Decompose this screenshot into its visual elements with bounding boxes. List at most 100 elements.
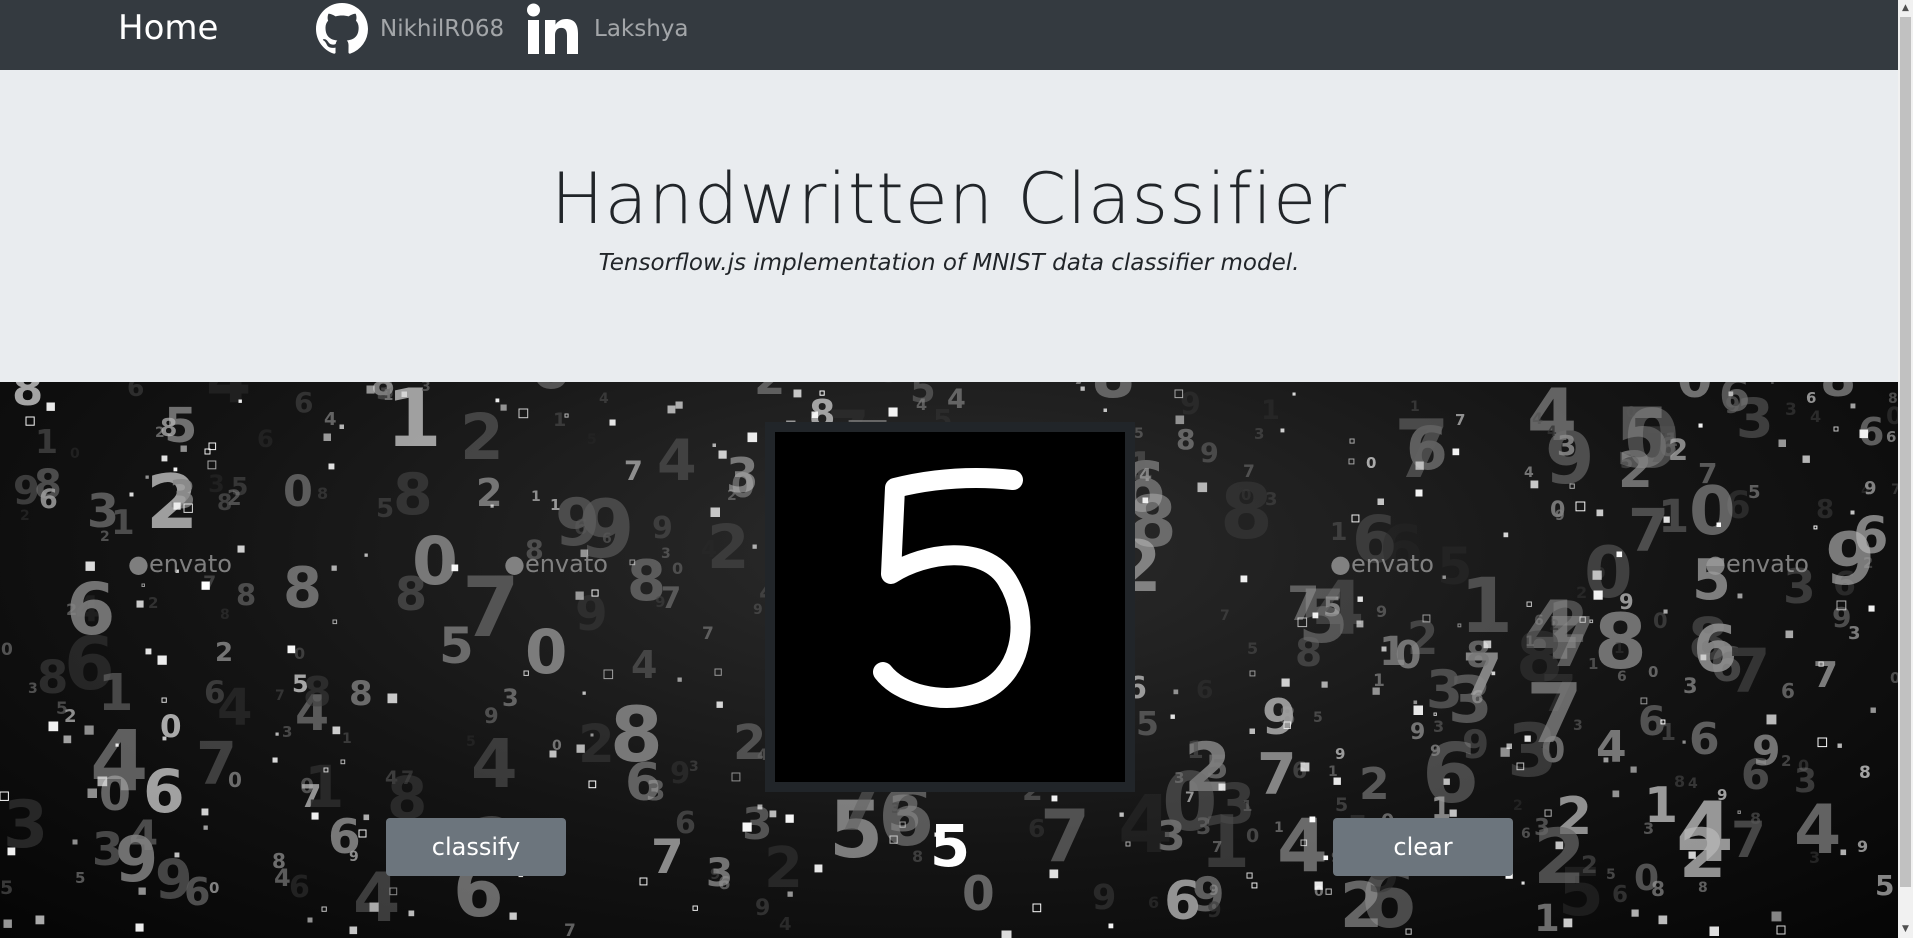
background-sparkle xyxy=(1356,620,1364,628)
page-scrollbar[interactable]: ▲ ▼ xyxy=(1898,0,1913,938)
background-numeral: 8 xyxy=(236,578,256,612)
background-numeral: 1 xyxy=(550,496,560,514)
background-numeral: 4 xyxy=(657,428,697,494)
background-numeral: 0 xyxy=(1366,454,1376,472)
background-numeral: 6 xyxy=(718,873,731,894)
background-sparkle xyxy=(1563,918,1573,928)
background-numeral: 6 xyxy=(127,382,144,402)
background-sparkle xyxy=(603,669,614,680)
background-sparkle xyxy=(1381,646,1387,652)
background-numeral: 7 xyxy=(1526,667,1583,762)
background-numeral: 3 xyxy=(87,484,119,538)
background-sparkle xyxy=(364,553,368,557)
background-sparkle xyxy=(1443,778,1450,785)
drawing-canvas[interactable] xyxy=(765,422,1135,792)
background-sparkle xyxy=(1415,489,1423,497)
background-sparkle xyxy=(3,919,12,928)
background-numeral: 9 xyxy=(755,896,770,921)
background-sparkle xyxy=(115,743,119,747)
background-sparkle xyxy=(201,581,210,590)
linkedin-icon xyxy=(527,3,578,54)
background-sparkle xyxy=(716,701,723,708)
background-numeral: 6 xyxy=(184,870,210,914)
background-sparkle xyxy=(1663,609,1668,614)
background-numeral: 3 xyxy=(421,382,431,395)
background-sparkle xyxy=(1859,429,1869,439)
background-sparkle xyxy=(1080,386,1085,391)
background-numeral: 2 xyxy=(1576,583,1587,602)
background-numeral: 9 xyxy=(1864,478,1877,499)
background-numeral: 5 xyxy=(1313,710,1323,726)
background-sparkle xyxy=(811,411,818,418)
background-numeral: 3 xyxy=(1557,429,1576,462)
background-sparkle xyxy=(63,735,72,744)
background-sparkle xyxy=(201,808,209,816)
background-numeral: 5 xyxy=(1134,426,1144,442)
background-sparkle xyxy=(1300,762,1310,772)
background-sparkle xyxy=(575,591,584,600)
background-sparkle xyxy=(609,419,616,426)
background-numeral: 0 xyxy=(1634,858,1659,899)
background-sparkle xyxy=(1870,707,1876,713)
background-numeral: 1 xyxy=(1614,639,1624,657)
background-numeral: 9 xyxy=(670,756,690,790)
background-sparkle xyxy=(203,825,208,830)
background-numeral: 3 xyxy=(1643,819,1654,838)
background-sparkle xyxy=(1612,790,1620,798)
background-numeral: 4 xyxy=(1794,791,1841,870)
background-numeral: 1 xyxy=(531,489,541,505)
background-sparkle xyxy=(157,655,167,665)
background-numeral: 4 xyxy=(631,643,657,687)
background-sparkle xyxy=(1240,575,1248,583)
background-numeral: 7 xyxy=(1455,411,1465,429)
background-sparkle xyxy=(590,733,594,737)
nav-linkedin-label: Lakshya xyxy=(594,16,689,42)
background-sparkle xyxy=(1325,888,1332,895)
background-sparkle xyxy=(677,677,682,682)
background-numeral: 8 xyxy=(1176,423,1195,456)
background-numeral: 3 xyxy=(689,759,699,775)
background-sparkle xyxy=(1837,743,1842,748)
background-numeral: 3 xyxy=(92,823,123,876)
background-numeral: 4 xyxy=(1277,804,1328,889)
clear-button[interactable]: clear xyxy=(1333,818,1513,876)
background-numeral: 4 xyxy=(1524,465,1534,481)
background-numeral: 1 xyxy=(1588,655,1598,673)
background-numeral: 7 xyxy=(1287,577,1320,632)
nav-linkedin-link[interactable]: Lakshya xyxy=(526,0,689,58)
background-sparkle xyxy=(72,839,78,845)
background-sparkle xyxy=(1603,757,1609,763)
classify-button[interactable]: classify xyxy=(386,818,566,876)
hero-section: Handwritten Classifier Tensorflow.js imp… xyxy=(0,70,1898,382)
background-sparkle xyxy=(135,923,144,932)
background-numeral: 8 xyxy=(34,462,62,508)
background-numeral: 6 xyxy=(1148,893,1159,912)
background-sparkle xyxy=(1682,740,1686,744)
background-numeral: 8 xyxy=(272,849,286,873)
scroll-up-icon[interactable]: ▲ xyxy=(1898,0,1913,17)
background-sparkle xyxy=(1616,551,1623,558)
background-numeral: 4 xyxy=(916,395,927,414)
nav-home-link[interactable]: Home xyxy=(118,8,218,48)
background-sparkle xyxy=(1323,855,1329,861)
background-sparkle xyxy=(145,475,149,479)
scrollbar-thumb[interactable] xyxy=(1900,17,1911,887)
background-sparkle xyxy=(272,757,278,763)
background-sparkle xyxy=(747,432,758,443)
background-numeral: 0 xyxy=(209,879,219,897)
background-numeral: 3 xyxy=(1785,400,1797,420)
background-sparkle xyxy=(237,545,245,553)
background-numeral: 0 xyxy=(1241,486,1251,504)
background-numeral: 6 xyxy=(294,386,313,419)
scroll-down-icon[interactable]: ▼ xyxy=(1898,921,1913,938)
background-numeral: 6 xyxy=(289,870,310,905)
background-sparkle xyxy=(1032,903,1042,913)
background-sparkle xyxy=(173,467,178,472)
background-sparkle xyxy=(401,391,407,397)
background-sparkle xyxy=(495,398,500,403)
nav-github-link[interactable]: NikhilR068 xyxy=(316,0,504,58)
background-numeral: 1 xyxy=(386,382,442,465)
background-numeral: 7 xyxy=(1243,462,1255,482)
background-numeral: 8 xyxy=(1279,702,1296,730)
background-numeral: 3 xyxy=(208,470,225,498)
